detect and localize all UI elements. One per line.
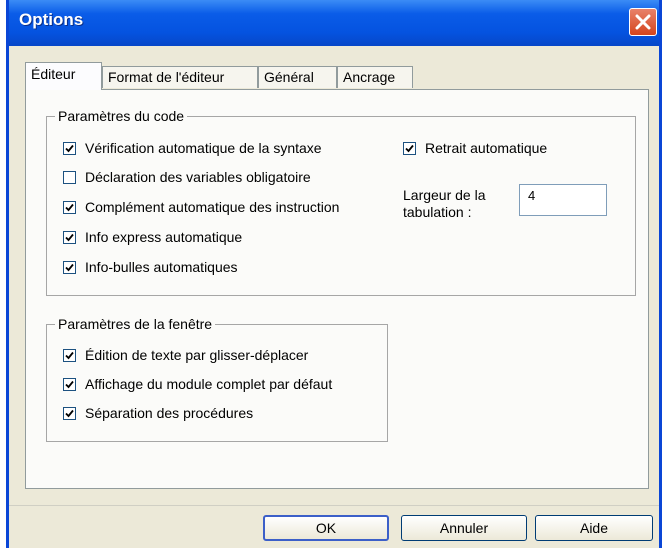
code-settings-group: Paramètres du code Vérification automati… (46, 108, 636, 296)
checkbox-drag-drop-editing[interactable]: Édition de texte par glisser-déplacer (63, 347, 308, 363)
close-button[interactable] (629, 8, 657, 36)
tab-format-editeur[interactable]: Format de l'éditeur (102, 66, 258, 88)
checkbox-auto-quick-info[interactable]: Info express automatique (63, 229, 242, 245)
checkbox-box[interactable] (63, 260, 76, 274)
window-title: Options (19, 10, 84, 29)
checkbox-require-declaration[interactable]: Déclaration des variables obligatoire (63, 169, 311, 185)
checkbox-box[interactable] (63, 170, 76, 184)
checkbox-label: Déclaration des variables obligatoire (85, 169, 311, 185)
checkbox-box[interactable] (63, 230, 76, 244)
checkbox-box[interactable] (63, 348, 76, 362)
checkbox-full-module-view[interactable]: Affichage du module complet par défaut (63, 376, 385, 392)
checkbox-box[interactable] (63, 406, 76, 420)
tab-width-label-line2: tabulation : (403, 204, 472, 220)
checkbox-label: Retrait automatique (425, 140, 548, 156)
checkbox-syntax-check[interactable]: Vérification automatique de la syntaxe (63, 140, 322, 156)
checkbox-box[interactable] (63, 141, 76, 155)
checkbox-label: Vérification automatique de la syntaxe (85, 140, 322, 156)
checkmark-icon (65, 233, 74, 241)
help-button[interactable]: Aide (535, 515, 653, 541)
window-settings-legend: Paramètres de la fenêtre (55, 316, 216, 332)
checkbox-box[interactable] (63, 200, 76, 214)
options-dialog: Options Éditeur Format de l'éditeur Géné… (6, 0, 662, 548)
title-bar[interactable]: Options (9, 0, 659, 46)
tab-width-label-line1: Largeur de la (403, 187, 486, 203)
checkbox-box[interactable] (403, 141, 416, 155)
window-settings-group: Paramètres de la fenêtre Édition de text… (46, 316, 388, 442)
checkbox-label: Édition de texte par glisser-déplacer (85, 347, 309, 363)
checkbox-box[interactable] (63, 377, 76, 391)
checkbox-label: Info-bulles automatiques (85, 259, 238, 275)
code-settings-legend: Paramètres du code (55, 108, 188, 124)
checkbox-label: Complément automatique des instruction (85, 199, 340, 215)
checkmark-icon (65, 144, 74, 152)
tab-panel-editeur: Paramètres du code Vérification automati… (25, 89, 649, 489)
checkmark-icon (65, 203, 74, 211)
checkbox-label: Info express automatique (85, 229, 243, 245)
footer-divider (9, 505, 659, 506)
tab-width-label: Largeur de la tabulation : (403, 187, 486, 221)
cancel-button[interactable]: Annuler (401, 515, 527, 541)
checkmark-icon (65, 380, 74, 388)
tab-general[interactable]: Général (258, 66, 337, 88)
checkbox-auto-data-tips[interactable]: Info-bulles automatiques (63, 259, 238, 275)
tab-ancrage[interactable]: Ancrage (337, 66, 413, 88)
checkmark-icon (65, 351, 74, 359)
checkmark-icon (405, 144, 414, 152)
checkbox-label: Affichage du module complet par défaut (85, 376, 333, 392)
checkbox-procedure-separator[interactable]: Séparation des procédures (63, 405, 253, 421)
checkbox-auto-indent[interactable]: Retrait automatique (403, 140, 547, 156)
tab-editeur[interactable]: Éditeur (25, 62, 102, 90)
checkbox-label: Séparation des procédures (85, 405, 254, 421)
ok-button[interactable]: OK (263, 515, 389, 541)
tab-width-input[interactable]: 4 (519, 184, 607, 216)
checkmark-icon (65, 409, 74, 417)
checkbox-auto-list-members[interactable]: Complément automatique des instruction (63, 199, 385, 215)
close-icon (635, 14, 651, 30)
checkmark-icon (65, 263, 74, 271)
